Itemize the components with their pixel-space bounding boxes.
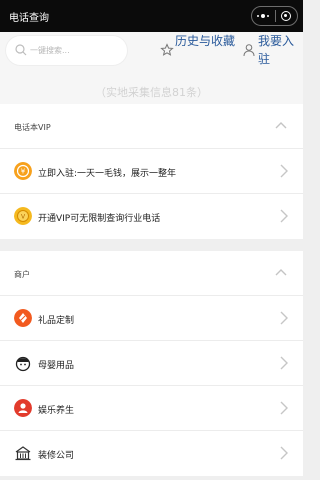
- svg-text:¥: ¥: [21, 168, 26, 176]
- chevron-right-icon: [280, 164, 288, 178]
- vip-item-join[interactable]: ¥ 立即入驻:一天一毛钱，展示一整年: [0, 149, 303, 194]
- chevron-up-icon: [275, 122, 287, 129]
- massage-icon: [14, 399, 32, 417]
- merchant-section-title: 商户: [14, 270, 30, 279]
- merchant-item-baby[interactable]: 母婴用品: [0, 341, 303, 386]
- merchant-item-baby-label: 母婴用品: [38, 361, 75, 371]
- merchant-item-decoration[interactable]: 装修公司: [0, 431, 303, 476]
- chevron-right-icon: [280, 209, 288, 223]
- search-placeholder: 一键搜索...: [30, 46, 70, 55]
- chevron-right-icon: [280, 311, 288, 325]
- vip-coin-icon: V: [14, 207, 32, 225]
- chevron-right-icon: [280, 401, 288, 415]
- merchant-item-entertainment[interactable]: 娱乐养生: [0, 386, 303, 431]
- vip-section-title: 电话本VIP: [14, 123, 51, 132]
- header-area: 一键搜索... 历史与收藏 我要入驻 （实地采集信息81条）: [0, 32, 303, 104]
- search-input[interactable]: 一键搜索...: [6, 36, 127, 65]
- history-favorites-button[interactable]: 历史与收藏: [156, 32, 236, 72]
- vip-item-join-label: 立即入驻:一天一毛钱，展示一整年: [38, 169, 177, 179]
- vip-item-open-vip[interactable]: V 开通VIP可无限制查询行业电话: [0, 194, 303, 239]
- page-title: 电话查询: [9, 13, 49, 24]
- vip-section: 电话本VIP ¥ 立即入驻:一天一毛钱，展示一整年 V 开通VIP可无限制查询行…: [0, 104, 303, 239]
- join-button[interactable]: 我要入驻: [240, 32, 300, 72]
- close-icon: [281, 11, 292, 21]
- join-label: 我要入驻: [258, 34, 295, 66]
- close-button[interactable]: [275, 7, 297, 25]
- merchant-item-entertainment-label: 娱乐养生: [38, 406, 75, 416]
- merchant-item-gift-label: 礼品定制: [38, 316, 75, 326]
- merchant-item-gift[interactable]: 礼品定制: [0, 296, 303, 341]
- user-icon: [243, 44, 255, 57]
- chevron-right-icon: [280, 446, 288, 460]
- star-icon: [160, 43, 174, 56]
- baby-icon: [15, 356, 31, 372]
- coin-icon: ¥: [14, 162, 32, 180]
- chevron-up-icon: [275, 269, 287, 276]
- gift-icon: [14, 309, 32, 327]
- navigation-bar: 电话查询: [0, 0, 303, 32]
- merchant-section: 商户 礼品定制 母婴用品 娱乐养生 装修公司: [0, 251, 303, 476]
- merchant-section-header[interactable]: 商户: [0, 251, 303, 296]
- vip-item-open-vip-label: 开通VIP可无限制查询行业电话: [38, 214, 161, 224]
- merchant-item-decoration-label: 装修公司: [38, 451, 75, 461]
- more-button[interactable]: [252, 7, 275, 25]
- search-icon: [15, 44, 27, 56]
- info-count: （实地采集信息81条）: [95, 86, 208, 99]
- chevron-right-icon: [280, 356, 288, 370]
- history-favorites-label: 历史与收藏: [175, 34, 236, 48]
- building-icon: [15, 446, 31, 461]
- vip-section-header[interactable]: 电话本VIP: [0, 104, 303, 149]
- capsule-menu: [251, 6, 298, 26]
